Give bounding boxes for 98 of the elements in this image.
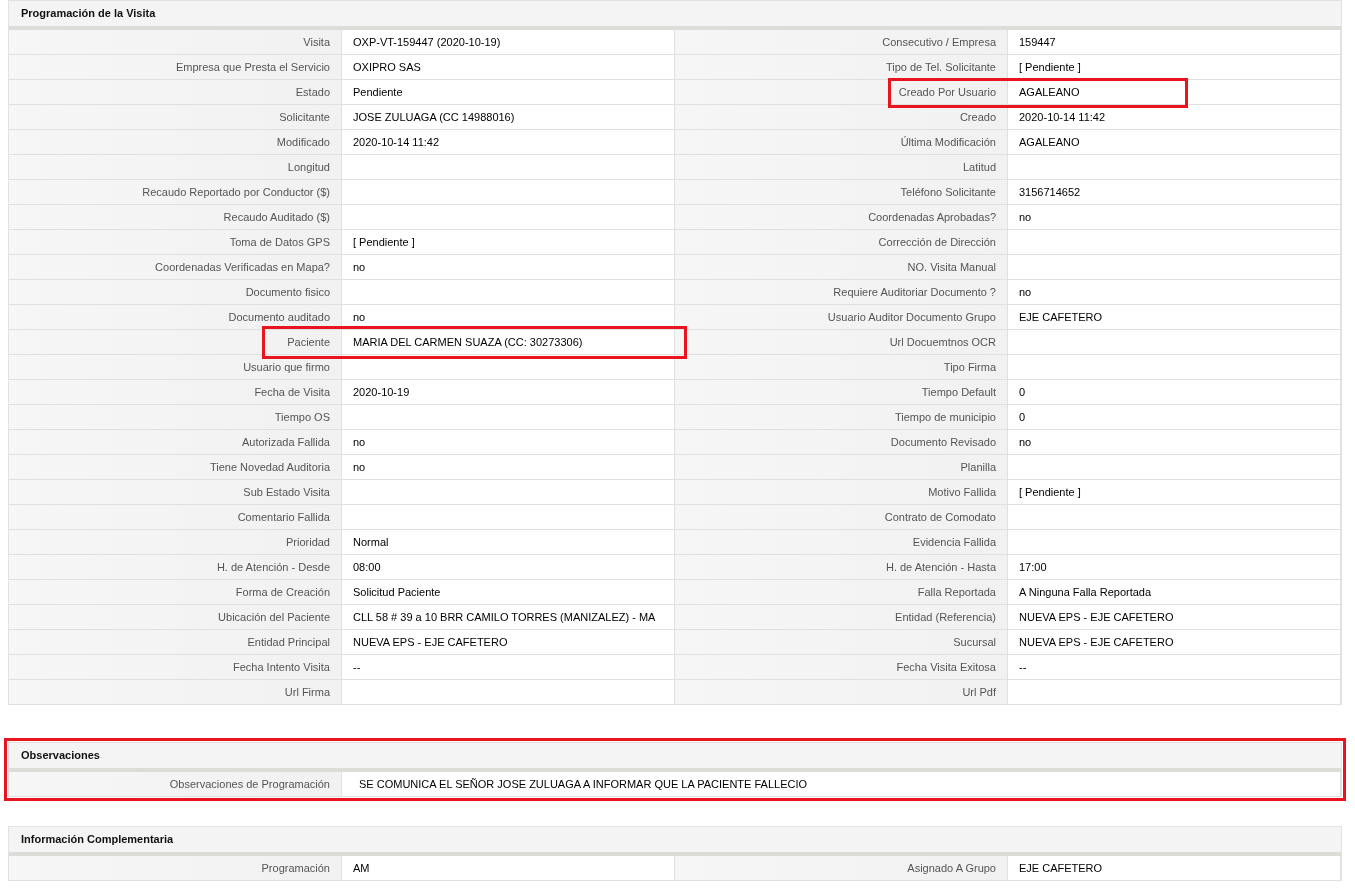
field-value: no (1008, 205, 1341, 230)
field-label: Documento fisico (9, 280, 342, 305)
field-value: SE COMUNICA EL SEÑOR JOSE ZULUAGA A INFORMAR QUE LA PACIENTE FALLECIO (342, 772, 1341, 797)
field-value: no (342, 430, 675, 455)
field-value: no (1008, 430, 1341, 455)
field-value: no (1008, 280, 1341, 305)
field-label: Coordenadas Verificadas en Mapa? (9, 255, 342, 280)
field-label: Sub Estado Visita (9, 480, 342, 505)
field-value: NUEVA EPS - EJE CAFETERO (1008, 630, 1341, 655)
field-label: Url Firma (9, 680, 342, 705)
field-value: 2020-10-14 11:42 (342, 130, 675, 155)
field-label: Solicitante (9, 105, 342, 130)
section-title: Programación de la Visita (9, 1, 1341, 30)
field-label: Creado Por Usuario (675, 80, 1008, 105)
field-label: Prioridad (9, 530, 342, 555)
field-label: Toma de Datos GPS (9, 230, 342, 255)
field-value: 0 (1008, 380, 1341, 405)
field-value: no (342, 255, 675, 280)
field-label: Sucursal (675, 630, 1008, 655)
field-value: AM (342, 856, 675, 881)
field-label: Tiempo de municipio (675, 405, 1008, 430)
field-label: Observaciones de Programación (9, 772, 342, 797)
field-label: Documento auditado (9, 305, 342, 330)
field-label: Estado (9, 80, 342, 105)
field-label: Modificado (9, 130, 342, 155)
field-value: A Ninguna Falla Reportada (1008, 580, 1341, 605)
field-label: Fecha Visita Exitosa (675, 655, 1008, 680)
field-value: no (342, 455, 675, 480)
field-label: Visita (9, 30, 342, 55)
field-label: Ubicación del Paciente (9, 605, 342, 630)
field-label: Entidad Principal (9, 630, 342, 655)
field-value: OXIPRO SAS (342, 55, 675, 80)
field-label: Corrección de Dirección (675, 230, 1008, 255)
field-label: Motivo Fallida (675, 480, 1008, 505)
field-label: Evidencia Fallida (675, 530, 1008, 555)
field-label: Documento Revisado (675, 430, 1008, 455)
field-label: Url Docuemtnos OCR (675, 330, 1008, 355)
field-label: Paciente (9, 330, 342, 355)
field-value: -- (342, 655, 675, 680)
field-value: no (342, 305, 675, 330)
section-title: Observaciones (9, 743, 1341, 772)
field-label: Autorizada Fallida (9, 430, 342, 455)
field-label: Fecha Intento Visita (9, 655, 342, 680)
field-value: MARIA DEL CARMEN SUAZA (CC: 30273306) (342, 330, 675, 355)
field-label: Programación (9, 856, 342, 881)
field-value: CLL 58 # 39 a 10 BRR CAMILO TORRES (MANIZALEZ) - MA (342, 605, 675, 630)
field-label: Tiempo Default (675, 380, 1008, 405)
field-label: Contrato de Comodato (675, 505, 1008, 530)
field-label: Tiempo OS (9, 405, 342, 430)
field-value: -- (1008, 655, 1341, 680)
field-value: OXP-VT-159447 (2020-10-19) (342, 30, 675, 55)
field-label: Forma de Creación (9, 580, 342, 605)
field-value: NUEVA EPS - EJE CAFETERO (342, 630, 675, 655)
field-value: Solicitud Paciente (342, 580, 675, 605)
field-label: Empresa que Presta el Servicio (9, 55, 342, 80)
field-value: AGALEANO (1008, 80, 1341, 105)
field-label: Url Pdf (675, 680, 1008, 705)
field-label: Creado (675, 105, 1008, 130)
field-label: NO. Visita Manual (675, 255, 1008, 280)
field-label: Recaudo Auditado ($) (9, 205, 342, 230)
field-value: Normal (342, 530, 675, 555)
field-label: Comentario Fallida (9, 505, 342, 530)
field-value: 17:00 (1008, 555, 1341, 580)
field-label: Usuario Auditor Documento Grupo (675, 305, 1008, 330)
field-label: Longitud (9, 155, 342, 180)
field-value: 0 (1008, 405, 1341, 430)
field-label: Tipo de Tel. Solicitante (675, 55, 1008, 80)
field-label: Consecutivo / Empresa (675, 30, 1008, 55)
field-label: Teléfono Solicitante (675, 180, 1008, 205)
field-value: 3156714652 (1008, 180, 1341, 205)
field-label: Requiere Auditoriar Documento ? (675, 280, 1008, 305)
field-label: H. de Atención - Desde (9, 555, 342, 580)
field-value: JOSE ZULUAGA (CC 14988016) (342, 105, 675, 130)
field-value: 2020-10-19 (342, 380, 675, 405)
field-value: 2020-10-14 11:42 (1008, 105, 1341, 130)
section-title: Información Complementaria (9, 827, 1341, 856)
field-value: Pendiente (342, 80, 675, 105)
field-label: Recaudo Reportado por Conductor ($) (9, 180, 342, 205)
field-label: H. de Atención - Hasta (675, 555, 1008, 580)
field-label: Fecha de Visita (9, 380, 342, 405)
field-value: [ Pendiente ] (342, 230, 675, 255)
field-value: EJE CAFETERO (1008, 305, 1341, 330)
field-value: [ Pendiente ] (1008, 480, 1341, 505)
field-label: Usuario que firmo (9, 355, 342, 380)
field-value: 159447 (1008, 30, 1341, 55)
field-label: Planilla (675, 455, 1008, 480)
field-value: EJE CAFETERO (1008, 856, 1341, 881)
field-label: Coordenadas Aprobadas? (675, 205, 1008, 230)
field-label: Entidad (Referencia) (675, 605, 1008, 630)
field-label: Última Modificación (675, 130, 1008, 155)
field-label: Asignado A Grupo (675, 856, 1008, 881)
field-label: Latitud (675, 155, 1008, 180)
field-value: 08:00 (342, 555, 675, 580)
field-label: Falla Reportada (675, 580, 1008, 605)
field-label: Tiene Novedad Auditoria (9, 455, 342, 480)
field-value: AGALEANO (1008, 130, 1341, 155)
field-value: NUEVA EPS - EJE CAFETERO (1008, 605, 1341, 630)
field-label: Tipo Firma (675, 355, 1008, 380)
